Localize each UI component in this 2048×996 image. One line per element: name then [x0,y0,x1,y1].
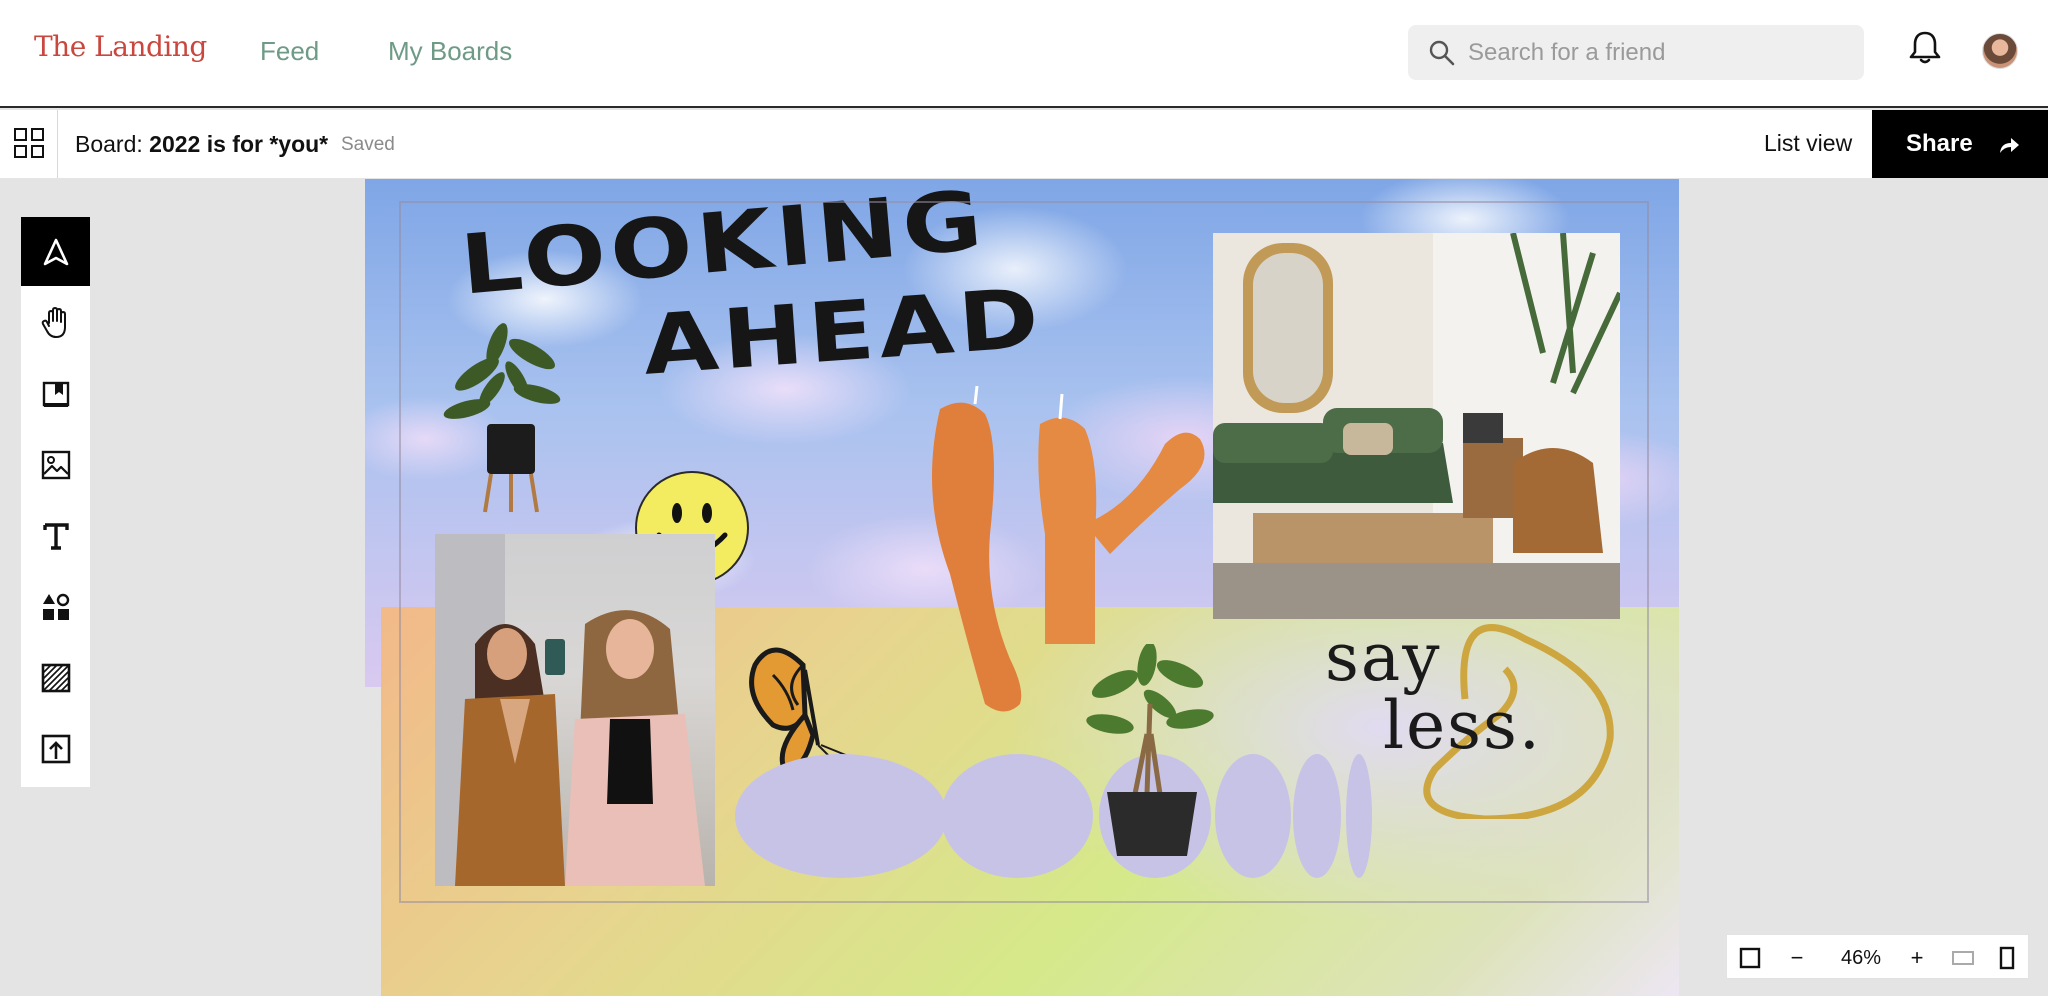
share-button[interactable]: Share [1872,110,2048,178]
tool-sticky-note[interactable] [21,359,90,428]
share-label: Share [1906,130,1973,157]
sticky-note-icon [42,381,69,407]
tool-select[interactable] [21,217,90,286]
board-title[interactable]: Board: 2022 is for *you* [75,131,328,158]
select-arrow-icon [43,238,68,265]
zoom-level: 46% [1840,947,1882,969]
landscape-view-button[interactable] [1941,935,1985,980]
portrait-icon [1999,946,2015,969]
search-input[interactable] [1468,25,1848,80]
hand-icon [41,306,66,338]
board-header-bar: Board: 2022 is for *you* Saved List view… [0,110,2048,178]
nav-link-my-boards[interactable]: My Boards [388,36,512,67]
share-arrow-icon [2000,138,2019,153]
canvas-gap [365,687,381,996]
nav-link-feed[interactable]: Feed [260,36,319,67]
landscape-icon [1952,950,1974,965]
text-icon [42,522,69,550]
board-frame-outline [399,201,1649,903]
shapes-icon [42,593,69,620]
tool-pattern[interactable] [21,643,90,712]
tool-upload[interactable] [21,714,90,783]
board-title-prefix: Board: [75,131,143,157]
portrait-view-button[interactable] [1985,935,2029,980]
search-icon [1429,40,1455,66]
app-logo[interactable]: The Landing [34,30,207,63]
list-view-button[interactable]: List view [1764,130,1852,157]
board-grid-button[interactable] [0,110,58,178]
tool-hand[interactable] [21,288,90,357]
frame-icon [1739,947,1760,968]
zoom-out-button[interactable]: − [1775,935,1819,980]
tool-shapes[interactable] [21,572,90,641]
fit-frame-button[interactable] [1727,935,1772,980]
pattern-fill-icon [41,663,70,692]
board-name: 2022 is for *you* [149,131,329,157]
tool-text[interactable] [21,501,90,570]
image-icon [41,450,70,479]
zoom-in-button[interactable]: + [1895,935,1939,980]
grid-icon [14,128,44,158]
save-status: Saved [341,134,395,155]
upload-icon [41,734,70,763]
tool-palette [21,217,90,787]
tool-image[interactable] [21,430,90,499]
top-navigation: The Landing Feed My Boards [0,0,2048,108]
notification-bell-icon[interactable] [1908,30,1942,66]
zoom-controls: − 46% + [1726,934,2029,979]
friend-search [1408,25,1864,80]
user-avatar[interactable] [1982,33,2018,69]
board-canvas[interactable]: LOOKING AHEAD say less. [365,179,1679,996]
